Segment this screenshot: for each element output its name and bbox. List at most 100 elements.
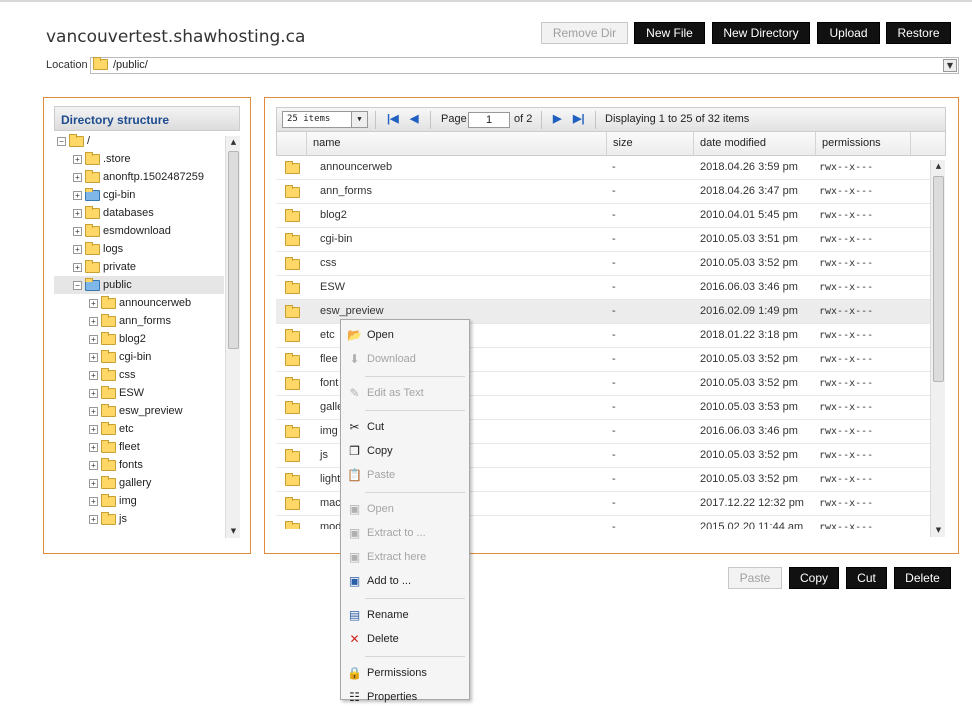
tree-item[interactable]: + cgi-bin	[54, 186, 224, 204]
tree-item[interactable]: + esmdownload	[54, 222, 224, 240]
menu-item-edit-as-text[interactable]: ✎ Edit as Text	[341, 382, 469, 404]
prev-page-icon[interactable]: ◀	[410, 112, 418, 126]
grid-scrollbar[interactable]: ▲ ▼	[930, 160, 945, 537]
tree-scroll-thumb[interactable]	[228, 151, 239, 349]
scroll-down-icon[interactable]: ▼	[931, 524, 946, 537]
paste-button[interactable]: Paste	[728, 567, 782, 589]
menu-item-download[interactable]: ⬇ Download	[341, 348, 469, 370]
expand-icon[interactable]: +	[89, 334, 98, 344]
upload-button[interactable]: Upload	[817, 22, 880, 44]
page-size-select[interactable]: 25 items ▼	[282, 111, 368, 128]
table-row[interactable]: ann_forms - 2018.04.26 3:47 pm rwx--x---	[276, 180, 930, 204]
file-date: 2018.04.26 3:59 pm	[700, 161, 798, 173]
tree-item[interactable]: + gallery	[54, 474, 224, 492]
chevron-down-icon[interactable]: ▼	[351, 112, 367, 127]
menu-item-copy[interactable]: ❐ Copy	[341, 440, 469, 462]
new-directory-button[interactable]: New Directory	[712, 22, 810, 44]
table-row[interactable]: announcerweb - 2018.04.26 3:59 pm rwx--x---	[276, 156, 930, 180]
tree-item[interactable]: + databases	[54, 204, 224, 222]
expand-icon[interactable]: +	[89, 442, 98, 452]
expand-icon[interactable]: +	[89, 424, 98, 434]
menu-item-add-to[interactable]: ▣ Add to ...	[341, 570, 469, 592]
tree-item[interactable]: + css	[54, 366, 224, 384]
tree-item[interactable]: + fleet	[54, 438, 224, 456]
tree-item[interactable]: − public	[54, 276, 224, 294]
toolbar-separator	[541, 111, 542, 129]
tree-item[interactable]: + cgi-bin	[54, 348, 224, 366]
collapse-icon[interactable]: −	[57, 136, 66, 146]
permissions-column-header[interactable]: permissions	[816, 132, 911, 155]
remove-dir-button[interactable]: Remove Dir	[541, 22, 628, 44]
file-name: mod	[320, 521, 342, 529]
expand-icon[interactable]: +	[89, 316, 98, 326]
table-row[interactable]: ESW - 2016.06.03 3:46 pm rwx--x---	[276, 276, 930, 300]
tree-item[interactable]: + blog2	[54, 330, 224, 348]
tree-item[interactable]: + js	[54, 510, 224, 528]
expand-icon[interactable]: +	[89, 514, 98, 524]
date-column-header[interactable]: date modified	[694, 132, 816, 155]
tree-item[interactable]: + esw_preview	[54, 402, 224, 420]
tree-item[interactable]: + img	[54, 492, 224, 510]
last-page-icon[interactable]: ▶|	[573, 112, 585, 126]
new-file-button[interactable]: New File	[634, 22, 705, 44]
menu-item-permissions[interactable]: 🔒 Permissions	[341, 662, 469, 684]
collapse-icon[interactable]: −	[73, 280, 82, 290]
tree-item[interactable]: + etc	[54, 420, 224, 438]
file-permissions: rwx--x---	[819, 306, 874, 317]
expand-icon[interactable]: +	[89, 370, 98, 380]
table-row[interactable]: blog2 - 2010.04.01 5:45 pm rwx--x---	[276, 204, 930, 228]
menu-item-rename[interactable]: ▤ Rename	[341, 604, 469, 626]
first-page-icon[interactable]: |◀	[387, 112, 399, 126]
name-column-header[interactable]: name	[307, 132, 607, 155]
copy-button[interactable]: Copy	[789, 567, 839, 589]
menu-item-cut[interactable]: ✂ Cut	[341, 416, 469, 438]
expand-icon[interactable]: +	[89, 460, 98, 470]
tree-item[interactable]: − /	[54, 132, 224, 150]
next-page-icon[interactable]: ▶	[553, 112, 561, 126]
scroll-up-icon[interactable]: ▲	[931, 160, 946, 173]
scroll-down-icon[interactable]: ▼	[226, 525, 241, 538]
tree-item[interactable]: + fonts	[54, 456, 224, 474]
expand-icon[interactable]: +	[89, 496, 98, 506]
size-column-header[interactable]: size	[607, 132, 694, 155]
menu-item-delete[interactable]: ✕ Delete	[341, 628, 469, 650]
expand-icon[interactable]: +	[89, 478, 98, 488]
scroll-up-icon[interactable]: ▲	[226, 136, 241, 149]
expand-icon[interactable]: +	[73, 154, 82, 164]
location-select[interactable]: /public/ ▼	[90, 57, 959, 74]
menu-item-extract-here[interactable]: ▣ Extract here	[341, 546, 469, 568]
tree-item-label: esmdownload	[103, 225, 171, 237]
expand-icon[interactable]: +	[73, 262, 82, 272]
expand-icon[interactable]: +	[89, 406, 98, 416]
tree-item[interactable]: + logs	[54, 240, 224, 258]
chevron-down-icon[interactable]: ▼	[943, 59, 957, 72]
restore-button[interactable]: Restore	[886, 22, 951, 44]
expand-icon[interactable]: +	[73, 190, 82, 200]
table-row[interactable]: cgi-bin - 2010.05.03 3:51 pm rwx--x---	[276, 228, 930, 252]
delete-button[interactable]: Delete	[894, 567, 951, 589]
tree-item[interactable]: + private	[54, 258, 224, 276]
expand-icon[interactable]: +	[73, 208, 82, 218]
page-number-input[interactable]: 1	[468, 112, 510, 128]
expand-icon[interactable]: +	[89, 298, 98, 308]
tree-scrollbar[interactable]: ▲ ▼	[225, 136, 240, 538]
tree-item[interactable]: + ann_forms	[54, 312, 224, 330]
expand-icon[interactable]: +	[73, 226, 82, 236]
grid-scroll-thumb[interactable]	[933, 176, 944, 382]
location-path: /public/	[113, 59, 148, 71]
menu-item-open[interactable]: ▣ Open	[341, 498, 469, 520]
expand-icon[interactable]: +	[73, 244, 82, 254]
tree-item[interactable]: + .store	[54, 150, 224, 168]
cut-button[interactable]: Cut	[846, 567, 887, 589]
expand-icon[interactable]: +	[89, 352, 98, 362]
menu-item-open[interactable]: 📂 Open	[341, 324, 469, 346]
tree-item[interactable]: + ESW	[54, 384, 224, 402]
tree-item[interactable]: + announcerweb	[54, 294, 224, 312]
table-row[interactable]: css - 2010.05.03 3:52 pm rwx--x---	[276, 252, 930, 276]
menu-item-extract-to[interactable]: ▣ Extract to ...	[341, 522, 469, 544]
menu-item-properties[interactable]: ☷ Properties	[341, 686, 469, 708]
menu-item-paste[interactable]: 📋 Paste	[341, 464, 469, 486]
expand-icon[interactable]: +	[73, 172, 82, 182]
tree-item[interactable]: + anonftp.1502487259	[54, 168, 224, 186]
expand-icon[interactable]: +	[89, 388, 98, 398]
